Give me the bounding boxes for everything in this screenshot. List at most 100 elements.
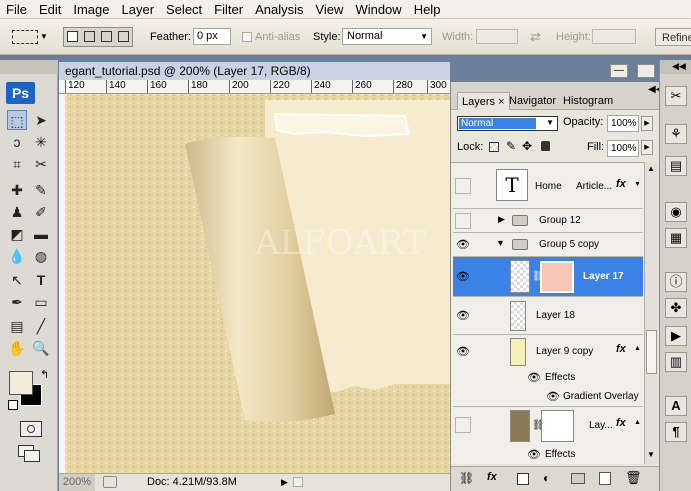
- eye-icon[interactable]: 👁: [527, 448, 541, 462]
- character-panel-icon[interactable]: A: [665, 396, 687, 416]
- new-layer-icon[interactable]: [599, 472, 611, 485]
- path-selection-icon[interactable]: ↖: [7, 270, 27, 290]
- blur-tool-icon[interactable]: 💧: [7, 246, 27, 266]
- visibility-toggle[interactable]: [455, 213, 471, 229]
- screen-mode-icon[interactable]: [18, 445, 44, 463]
- layer-row-layer18[interactable]: 👁 Layer 18: [453, 297, 643, 335]
- menu-analysis[interactable]: Analysis: [249, 0, 309, 19]
- move-tool-icon[interactable]: ➤: [31, 110, 51, 130]
- clone-stamp-icon[interactable]: ♟: [7, 202, 27, 222]
- quick-mask-icon[interactable]: [20, 421, 42, 437]
- feather-input[interactable]: 0 px: [193, 28, 231, 45]
- default-colors-icon[interactable]: [8, 400, 18, 410]
- menu-filter[interactable]: Filter: [208, 0, 249, 19]
- menu-layer[interactable]: Layer: [116, 0, 161, 19]
- tools-panel-icon[interactable]: ✂: [665, 86, 687, 106]
- layer-mask-thumbnail[interactable]: [541, 410, 574, 442]
- menu-edit[interactable]: Edit: [33, 0, 67, 19]
- collapse-effects-icon[interactable]: ▲: [634, 345, 641, 352]
- tab-layers[interactable]: Layers ×: [457, 92, 510, 110]
- lasso-tool-icon[interactable]: ↄ: [7, 132, 27, 152]
- menu-view[interactable]: View: [309, 0, 349, 19]
- scroll-down-icon[interactable]: ▼: [647, 450, 655, 459]
- opacity-input[interactable]: 100%: [607, 115, 639, 132]
- menu-help[interactable]: Help: [408, 0, 447, 19]
- swatches-panel-icon[interactable]: ▦: [665, 228, 687, 248]
- marquee-preset-icon[interactable]: [12, 30, 38, 44]
- history-brush-icon[interactable]: ✐: [31, 202, 51, 222]
- menu-image[interactable]: Image: [67, 0, 115, 19]
- selection-mode-buttons[interactable]: [63, 27, 133, 47]
- layer-mask-thumbnail[interactable]: [540, 261, 574, 293]
- lock-position-icon[interactable]: ✥: [522, 139, 532, 153]
- navigator-panel-icon[interactable]: ✤: [665, 298, 687, 318]
- eye-icon[interactable]: 👁: [546, 390, 560, 404]
- layer-row-group5[interactable]: 👁 ▼ Group 5 copy: [453, 233, 643, 257]
- brushes-panel-icon[interactable]: ⚘: [665, 124, 687, 144]
- notes-tool-icon[interactable]: ▤: [7, 316, 27, 336]
- clone-source-icon[interactable]: ▤: [665, 156, 687, 176]
- info-panel-icon[interactable]: ⓘ: [665, 272, 687, 292]
- subtract-selection-icon[interactable]: [101, 31, 112, 42]
- history-panel-icon[interactable]: ▥: [665, 352, 687, 372]
- zoom-tool-icon[interactable]: 🔍: [31, 338, 51, 358]
- lock-pixels-icon[interactable]: ✎: [506, 139, 516, 153]
- scroll-up-icon[interactable]: ▲: [647, 164, 655, 173]
- group-collapse-icon[interactable]: ▼: [496, 238, 505, 248]
- status-arrow-icon[interactable]: ▶: [281, 474, 288, 491]
- refine-edge-button[interactable]: Refine: [655, 28, 691, 46]
- adjustment-layer-icon[interactable]: ◐: [543, 471, 550, 485]
- layer-row-layer17[interactable]: 👁 ⛓ Layer 17: [453, 257, 643, 297]
- tab-navigator[interactable]: Navigator: [505, 92, 560, 110]
- scrollbar-thumb[interactable]: [646, 330, 657, 374]
- gradient-tool-icon[interactable]: ▬: [31, 224, 51, 244]
- crop-tool-icon[interactable]: ⌗: [7, 154, 27, 174]
- height-input[interactable]: [592, 29, 636, 44]
- actions-panel-icon[interactable]: ▶: [665, 326, 687, 346]
- hand-tool-icon[interactable]: ✋: [7, 338, 27, 358]
- expand-effects-icon[interactable]: ▼: [634, 181, 641, 188]
- intersect-selection-icon[interactable]: [118, 31, 129, 42]
- document-title[interactable]: egant_tutorial.psd @ 200% (Layer 17, RGB…: [59, 62, 450, 80]
- eye-icon[interactable]: 👁: [456, 345, 470, 359]
- add-mask-icon[interactable]: [517, 473, 529, 485]
- effect-gradient-overlay-row[interactable]: 👁 Gradient Overlay: [453, 388, 643, 407]
- type-tool-icon[interactable]: T: [31, 270, 51, 290]
- effects-row[interactable]: 👁 Effects: [453, 369, 643, 388]
- shape-tool-icon[interactable]: ▭: [31, 292, 51, 312]
- opacity-slider-button[interactable]: ▶: [641, 116, 653, 131]
- antialias-checkbox[interactable]: [242, 32, 252, 42]
- eye-icon[interactable]: 👁: [456, 309, 470, 323]
- healing-brush-icon[interactable]: ✚: [7, 180, 27, 200]
- brush-tool-icon[interactable]: ✎: [31, 180, 51, 200]
- magic-wand-icon[interactable]: ✳: [31, 132, 51, 152]
- paragraph-panel-icon[interactable]: ¶: [665, 422, 687, 442]
- tab-histogram[interactable]: Histogram: [559, 92, 617, 110]
- width-input[interactable]: [476, 29, 518, 44]
- photoshop-logo[interactable]: Ps: [6, 82, 35, 104]
- swap-colors-icon[interactable]: ↰: [40, 368, 49, 381]
- new-group-icon[interactable]: [571, 473, 585, 484]
- add-style-icon[interactable]: fx: [487, 471, 497, 483]
- layer-row-group12[interactable]: ▶ Group 12: [453, 209, 643, 233]
- eye-icon[interactable]: 👁: [527, 371, 541, 385]
- scroll-left-icon[interactable]: [293, 477, 303, 487]
- marquee-tool-icon[interactable]: ⬚: [7, 110, 27, 130]
- fill-slider-button[interactable]: ▶: [641, 140, 653, 155]
- document-canvas[interactable]: ALFOART: [65, 94, 450, 473]
- layer-row-home[interactable]: T Home Article... fx ▼: [453, 163, 643, 209]
- color-panel-icon[interactable]: ◉: [665, 202, 687, 222]
- new-selection-icon[interactable]: [67, 31, 78, 42]
- visibility-toggle[interactable]: [455, 417, 471, 433]
- dodge-tool-icon[interactable]: ◍: [31, 246, 51, 266]
- eyedropper-icon[interactable]: ╱: [31, 316, 51, 336]
- expand-dock-icon[interactable]: ◀◀: [672, 61, 686, 72]
- add-selection-icon[interactable]: [84, 31, 95, 42]
- eye-icon[interactable]: 👁: [456, 238, 470, 252]
- group-expand-icon[interactable]: ▶: [498, 214, 505, 225]
- layers-scrollbar[interactable]: ▲ ▼: [644, 162, 658, 464]
- panel-restore-button[interactable]: [637, 64, 655, 78]
- status-menu-icon[interactable]: [103, 476, 117, 488]
- lock-transparency-icon[interactable]: [489, 142, 499, 152]
- link-layers-icon[interactable]: ⛓: [459, 471, 474, 485]
